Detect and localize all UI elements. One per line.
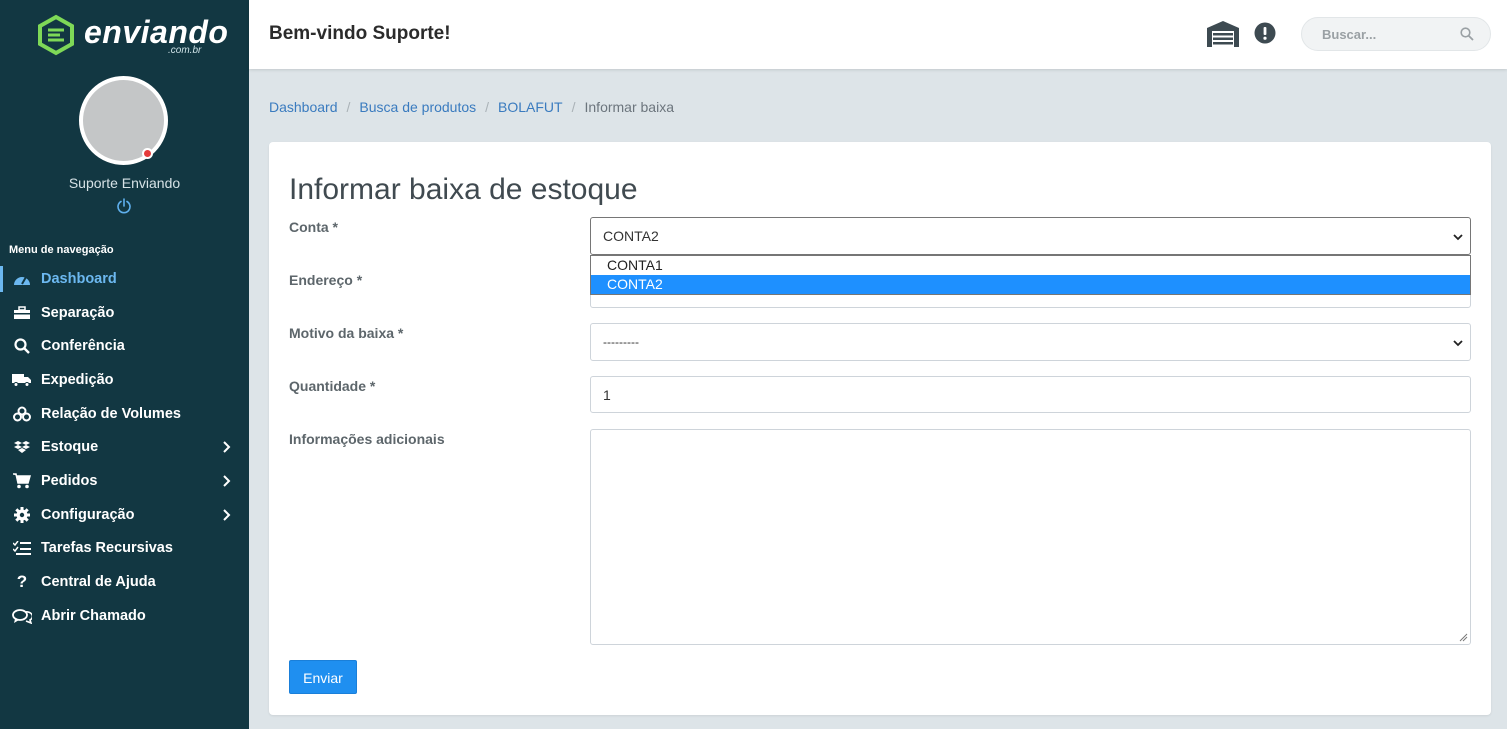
search-icon[interactable] <box>1460 27 1474 41</box>
nav-item-conferencia[interactable]: Conferência <box>0 329 249 363</box>
user-name: Suporte Enviando <box>68 175 181 191</box>
dropbox-icon <box>12 438 32 456</box>
search-icon <box>12 337 32 355</box>
power-icon[interactable] <box>116 198 132 214</box>
comments-icon <box>12 607 32 625</box>
gear-icon <box>12 506 32 524</box>
brand-domain: .com.br <box>168 45 202 56</box>
gauge-icon <box>12 270 32 288</box>
breadcrumb: Dashboard / Busca de produtos / BOLAFUT … <box>269 99 674 115</box>
status-dot <box>142 148 153 159</box>
boxes-icon <box>12 405 32 423</box>
nav-title: Menu de navegação <box>9 244 114 256</box>
sidebar: enviando .com.br Suporte Enviando Menu d… <box>0 0 249 729</box>
breadcrumb-busca-produtos[interactable]: Busca de produtos <box>359 99 476 115</box>
nav-item-abrir-chamado[interactable]: Abrir Chamado <box>0 599 249 633</box>
nav-item-expedicao[interactable]: Expedição <box>0 363 249 397</box>
welcome-title: Bem-vindo Suporte! <box>269 23 451 44</box>
conta-option-selected[interactable]: CONTA2 <box>591 275 1470 294</box>
tasks-icon <box>12 539 32 557</box>
nav-label: Separação <box>41 304 115 321</box>
logo-box-icon <box>38 14 74 56</box>
breadcrumb-separator: / <box>571 99 576 115</box>
nav-label: Dashboard <box>41 270 117 287</box>
brand-name: enviando <box>84 14 229 50</box>
cart-icon <box>12 472 32 490</box>
info-textarea[interactable] <box>590 429 1471 645</box>
quantidade-input[interactable]: 1 <box>590 376 1471 413</box>
nav-item-configuracao[interactable]: Configuração <box>0 498 249 532</box>
nav-label: Relação de Volumes <box>41 405 181 422</box>
nav-label: Estoque <box>41 439 99 456</box>
nav-item-central-ajuda[interactable]: ? Central de Ajuda <box>0 565 249 599</box>
chevron-right-icon <box>223 509 231 521</box>
brand-logo[interactable]: enviando .com.br <box>36 14 228 60</box>
conta-select[interactable]: CONTA2 <box>590 217 1471 255</box>
motivo-select-value: --------- <box>603 335 639 349</box>
top-bar: Bem-vindo Suporte! Buscar... <box>249 0 1507 69</box>
conta-option[interactable]: CONTA1 <box>591 256 1470 275</box>
resize-handle-icon[interactable] <box>1459 633 1468 642</box>
nav-item-separacao[interactable]: Separação <box>0 296 249 330</box>
breadcrumb-separator: / <box>485 99 490 115</box>
alert-icon[interactable] <box>1254 22 1276 44</box>
nav-item-pedidos[interactable]: Pedidos <box>0 464 249 498</box>
nav-label: Expedição <box>41 371 114 388</box>
nav-label: Central de Ajuda <box>41 574 156 591</box>
avatar[interactable] <box>79 76 168 165</box>
nav-label: Configuração <box>41 506 135 523</box>
nav-item-dashboard[interactable]: Dashboard <box>0 262 249 296</box>
chevron-down-icon <box>1453 340 1463 347</box>
conta-label: Conta * <box>289 219 338 235</box>
chevron-down-icon <box>1453 234 1463 241</box>
motivo-label: Motivo da baixa * <box>289 325 404 341</box>
breadcrumb-current: Informar baixa <box>584 99 674 115</box>
motivo-select[interactable]: --------- <box>590 323 1471 361</box>
toolbox-icon <box>12 304 32 322</box>
quantidade-value: 1 <box>603 387 611 403</box>
nav-label: Pedidos <box>41 472 98 489</box>
chevron-right-icon <box>223 441 231 454</box>
conta-dropdown: CONTA1 CONTA2 <box>590 255 1471 295</box>
nav-item-estoque[interactable]: Estoque <box>0 430 249 464</box>
breadcrumb-dashboard[interactable]: Dashboard <box>269 99 338 115</box>
warehouse-icon[interactable] <box>1206 20 1240 48</box>
form-card: Informar baixa de estoque Conta * CONTA2… <box>269 142 1491 715</box>
quantidade-label: Quantidade * <box>289 378 376 394</box>
truck-icon <box>12 371 32 389</box>
search-input[interactable]: Buscar... <box>1322 27 1376 42</box>
nav-item-tarefas-recursivas[interactable]: Tarefas Recursivas <box>0 532 249 566</box>
question-icon: ? <box>16 572 28 592</box>
submit-button[interactable]: Enviar <box>289 660 357 694</box>
nav-label: Abrir Chamado <box>41 607 146 624</box>
nav-label: Tarefas Recursivas <box>41 540 173 557</box>
breadcrumb-separator: / <box>346 99 351 115</box>
info-label: Informações adicionais <box>289 431 445 447</box>
nav-menu: Dashboard Separação Conferência Expediçã… <box>0 262 249 633</box>
search-box[interactable]: Buscar... <box>1301 17 1491 51</box>
breadcrumb-product[interactable]: BOLAFUT <box>498 99 563 115</box>
chevron-right-icon <box>223 475 231 487</box>
nav-item-relacao-volumes[interactable]: Relação de Volumes <box>0 397 249 431</box>
nav-label: Conferência <box>41 338 125 355</box>
page-title: Informar baixa de estoque <box>289 173 638 206</box>
endereco-label: Endereço * <box>289 272 363 288</box>
conta-select-value: CONTA2 <box>603 228 659 244</box>
